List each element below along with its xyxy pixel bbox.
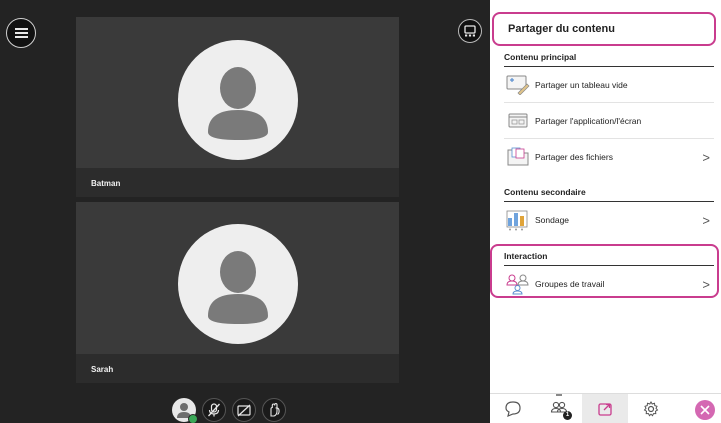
share-content-icon: [598, 402, 612, 416]
tab-share-content[interactable]: [582, 393, 628, 423]
camera-toggle-button[interactable]: [232, 398, 256, 422]
attendees-count-badge: 1: [563, 410, 572, 420]
primary-content-section: Contenu principal Partager un tableau vi…: [504, 52, 714, 175]
layout-toggle-button[interactable]: [458, 19, 482, 43]
participant-avatar: [178, 40, 298, 160]
microphone-muted-icon: [208, 403, 220, 417]
tab-chat[interactable]: [490, 394, 536, 423]
poll-item[interactable]: Sondage >: [504, 202, 714, 238]
video-stage: Batman Sarah: [0, 0, 490, 423]
raise-hand-icon: [270, 403, 280, 417]
close-icon: [700, 405, 710, 415]
tab-indicator: [556, 393, 562, 396]
participant-tile[interactable]: Sarah: [76, 202, 399, 383]
share-whiteboard-item[interactable]: Partager un tableau vide: [504, 67, 714, 103]
participant-avatar: [178, 224, 298, 344]
panel-tab-bar: 1: [490, 393, 721, 423]
panel-title: Partager du contenu: [508, 23, 615, 35]
user-silhouette-icon: [208, 251, 268, 324]
interaction-section: Interaction Groupes de travail >: [504, 251, 714, 302]
participant-tile[interactable]: Batman: [76, 17, 399, 197]
available-status-dot: [188, 414, 198, 423]
tab-attendees[interactable]: 1: [536, 393, 582, 423]
participant-name-bar: Sarah: [76, 354, 399, 383]
participant-name-bar: Batman: [76, 168, 399, 197]
participant-name: Batman: [91, 179, 121, 188]
share-content-panel: Partager du contenu Contenu principal Pa…: [490, 0, 721, 423]
microphone-toggle-button[interactable]: [202, 398, 226, 422]
session-controls: [172, 398, 286, 423]
secondary-content-section: Contenu secondaire Sondage >: [504, 187, 714, 238]
camera-off-icon: [237, 404, 251, 417]
item-label: Partager un tableau vide: [535, 79, 628, 90]
section-title: Interaction: [504, 251, 714, 266]
item-label: Partager l'application/l'écran: [535, 115, 642, 126]
participant-name: Sarah: [91, 365, 114, 374]
layout-toggle-icon: [464, 25, 476, 37]
screen-share-icon: [505, 110, 531, 132]
item-label: Partager des fichiers: [535, 152, 613, 162]
item-label: Groupes de travail: [535, 279, 605, 289]
section-title: Contenu principal: [504, 52, 714, 67]
chevron-right-icon: >: [702, 150, 710, 165]
whiteboard-icon: [505, 74, 531, 96]
breakout-groups-icon: [505, 273, 531, 295]
share-files-item[interactable]: Partager des fichiers >: [504, 139, 714, 175]
item-label: Sondage: [535, 215, 570, 225]
tab-settings[interactable]: [628, 394, 674, 423]
chevron-right-icon: >: [702, 213, 710, 228]
share-application-screen-item[interactable]: Partager l'application/l'écran: [504, 103, 714, 139]
settings-gear-icon: [643, 400, 659, 417]
user-silhouette-icon: [208, 67, 268, 140]
breakout-groups-item[interactable]: Groupes de travail >: [504, 266, 714, 302]
folder-files-icon: [505, 146, 531, 168]
chevron-right-icon: >: [702, 277, 710, 292]
section-title: Contenu secondaire: [504, 187, 714, 202]
panel-header: Partager du contenu: [492, 12, 716, 46]
session-menu-button[interactable]: [6, 18, 36, 48]
chat-icon: [505, 400, 521, 417]
raise-hand-button[interactable]: [262, 398, 286, 422]
hamburger-menu-icon: [14, 32, 28, 34]
close-panel-button[interactable]: [695, 400, 715, 420]
poll-bars-icon: [505, 209, 531, 231]
my-status-button[interactable]: [172, 398, 198, 423]
